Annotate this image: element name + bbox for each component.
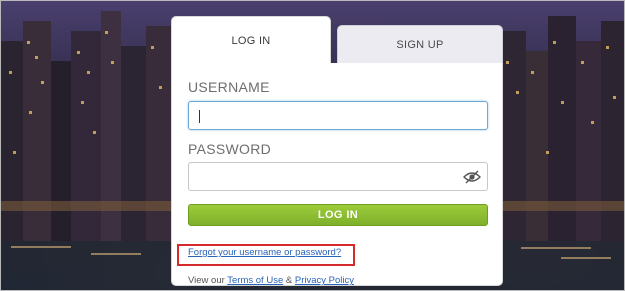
- screenshot-frame: LOG IN SIGN UP USERNAME PASSWORD LOG IN: [0, 0, 625, 291]
- login-button[interactable]: LOG IN: [188, 204, 488, 226]
- forgot-credentials-link[interactable]: Forgot your username or password?: [188, 247, 341, 258]
- terms-of-use-link[interactable]: Terms of Use: [227, 275, 283, 286]
- footer-amp: &: [283, 275, 295, 286]
- login-panel: LOG IN SIGN UP USERNAME PASSWORD LOG IN: [171, 16, 503, 286]
- login-form: USERNAME PASSWORD LOG IN Forgot your use…: [171, 63, 503, 286]
- tab-login[interactable]: LOG IN: [171, 16, 331, 64]
- password-input[interactable]: [188, 162, 488, 191]
- username-label: USERNAME: [188, 79, 270, 95]
- legal-footer: View our Terms of Use & Privacy Policy: [188, 275, 354, 286]
- password-label: PASSWORD: [188, 141, 272, 157]
- text-caret: [199, 110, 200, 123]
- footer-prefix: View our: [188, 275, 228, 286]
- tab-signup[interactable]: SIGN UP: [337, 25, 503, 64]
- eye-slash-icon[interactable]: [463, 169, 481, 185]
- username-input[interactable]: [188, 101, 488, 130]
- privacy-policy-link[interactable]: Privacy Policy: [295, 275, 354, 286]
